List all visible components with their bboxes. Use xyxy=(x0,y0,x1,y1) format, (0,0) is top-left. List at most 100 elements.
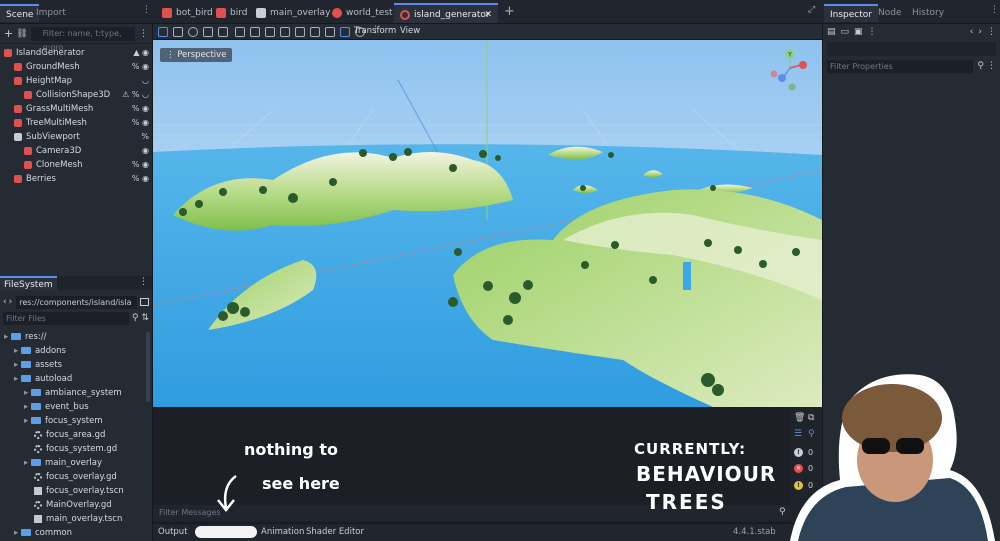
node-status-icons[interactable]: % xyxy=(141,130,149,144)
node-status-icons[interactable]: ▲ ◉ xyxy=(133,46,149,60)
view-menu[interactable]: View xyxy=(400,26,420,36)
expand-arrow-icon[interactable]: ▸ xyxy=(24,416,31,426)
fs-file-item[interactable]: focus_overlay.tscn xyxy=(0,484,153,498)
scene-node[interactable]: GrassMultiMesh % ◉ xyxy=(0,102,153,116)
fs-folder-item[interactable]: ▸ event_bus xyxy=(0,400,153,414)
fs-file-item[interactable]: focus_area.gd xyxy=(0,428,153,442)
ruler-icon[interactable] xyxy=(280,27,290,37)
node-status-icons[interactable]: ◉ xyxy=(142,144,149,158)
fs-menu-icon[interactable]: ⋮ xyxy=(139,277,148,287)
scene-node[interactable]: SubViewport% xyxy=(0,130,153,144)
list-tool-icon[interactable] xyxy=(235,27,245,37)
scene-tab-world-test[interactable]: world_test xyxy=(326,3,399,23)
split-view-icon[interactable] xyxy=(140,298,149,306)
sort-icon[interactable]: ⇅ xyxy=(141,313,149,323)
expand-arrow-icon[interactable]: ▸ xyxy=(14,360,21,370)
inspector-filter-menu-icon[interactable]: ⋮ xyxy=(987,61,996,71)
expand-arrow-icon[interactable]: ▸ xyxy=(24,402,31,412)
back-icon[interactable]: ‹ xyxy=(3,297,7,307)
inspector-more-icon[interactable]: ⋮ xyxy=(868,27,877,37)
fs-path-field[interactable]: res://components/island/isla xyxy=(16,295,137,309)
grid-snap-icon[interactable] xyxy=(310,27,320,37)
fs-folder-item[interactable]: ▸ assets xyxy=(0,358,153,372)
node-status-icons[interactable]: % ◉ xyxy=(132,158,149,172)
node-status-icons[interactable]: % ◉ xyxy=(132,60,149,74)
fs-folder-item[interactable]: ▸ common xyxy=(0,526,153,540)
scene-tab-main-overlay[interactable]: main_overlay xyxy=(250,3,336,23)
scene-node[interactable]: GroundMesh % ◉ xyxy=(0,60,153,74)
expand-arrow-icon[interactable]: ▸ xyxy=(14,528,21,538)
scene-menu-icon[interactable]: ⋮ xyxy=(139,29,148,39)
tab-shader-editor[interactable]: Shader Editor xyxy=(306,527,364,537)
node-status-icons[interactable]: ⚠ % ◡ xyxy=(122,88,149,102)
group-icon[interactable] xyxy=(265,27,275,37)
save-resource-icon[interactable]: ▣ xyxy=(854,27,863,37)
3d-viewport[interactable]: Y xyxy=(153,40,822,407)
node-status-icons[interactable]: % ◉ xyxy=(132,102,149,116)
scene-tab-bird[interactable]: bird xyxy=(210,3,253,23)
dock-menu-icon[interactable]: ⋮ xyxy=(142,5,151,15)
move-tool-icon[interactable] xyxy=(173,27,183,37)
fs-folder-item[interactable]: ▸ autoload xyxy=(0,372,153,386)
scene-node[interactable]: CollisionShape3D ⚠ % ◡ xyxy=(0,88,153,102)
perspective-menu[interactable]: ⋮ Perspective xyxy=(160,48,233,62)
tab-inspector[interactable]: Inspector xyxy=(824,4,878,22)
rotate-tool-icon[interactable] xyxy=(188,27,198,37)
scene-tab-island-generator[interactable]: island_generator ✕ xyxy=(394,3,498,23)
scene-filter-input[interactable]: Filter: name, t:type, g:gro xyxy=(30,26,135,52)
fs-folder-item[interactable]: ▸ main_overlay xyxy=(0,456,153,470)
scene-node[interactable]: CloneMesh % ◉ xyxy=(0,158,153,172)
tab-filesystem[interactable]: FileSystem xyxy=(0,276,57,290)
expand-arrow-icon[interactable]: ▸ xyxy=(24,388,31,398)
open-resource-icon[interactable]: ▭ xyxy=(841,27,850,37)
snap-icon[interactable] xyxy=(340,27,350,37)
fs-file-item[interactable]: MainOverlay.gd xyxy=(0,498,153,512)
fs-folder-item[interactable]: ▸ ambiance_system xyxy=(0,386,153,400)
scene-node[interactable]: Camera3D ◉ xyxy=(0,144,153,158)
inspector-filter-input[interactable]: Filter Properties xyxy=(827,59,974,73)
transform-menu[interactable]: Transform xyxy=(354,26,396,36)
expand-arrow-icon[interactable]: ▸ xyxy=(24,458,31,468)
object-selector[interactable] xyxy=(827,42,996,56)
expand-arrow-icon[interactable]: ▸ xyxy=(14,374,21,384)
distraction-free-icon[interactable]: ⤢ xyxy=(808,5,815,15)
tab-output[interactable]: Output xyxy=(158,527,188,537)
scene-node[interactable]: TreeMultiMesh % ◉ xyxy=(0,116,153,130)
expand-arrow-icon[interactable]: ▸ xyxy=(4,332,11,342)
history-forward-icon[interactable]: › xyxy=(978,27,982,37)
fs-file-item[interactable]: focus_overlay.gd xyxy=(0,470,153,484)
link-icon[interactable]: ⛓ xyxy=(16,29,27,39)
tab-import[interactable]: Import xyxy=(30,4,72,22)
scene-node[interactable]: Berries % ◉ xyxy=(0,172,153,186)
fs-filter-input[interactable]: Filter Files xyxy=(3,311,129,325)
inspector-menu-icon[interactable]: ⋮ xyxy=(990,5,999,15)
history-back-icon[interactable]: ‹ xyxy=(970,27,974,37)
forward-icon[interactable]: › xyxy=(9,297,13,307)
fs-folder-item[interactable]: ▸ res:// xyxy=(0,330,153,344)
new-resource-icon[interactable]: ▤ xyxy=(827,27,836,37)
scene-node[interactable]: HeightMap ◡ xyxy=(0,74,153,88)
node-status-icons[interactable]: % ◉ xyxy=(132,172,149,186)
close-tab-icon[interactable]: ✕ xyxy=(484,5,492,25)
node-status-icons[interactable]: ◡ xyxy=(142,74,149,88)
add-tab-button[interactable]: + xyxy=(504,4,515,19)
fs-file-item[interactable]: focus_system.gd xyxy=(0,442,153,456)
scale-tool-icon[interactable] xyxy=(203,27,213,37)
add-node-icon[interactable]: + xyxy=(4,27,13,40)
skeleton-icon[interactable] xyxy=(295,27,305,37)
selectable-tool-icon[interactable] xyxy=(218,27,228,37)
lock-icon[interactable] xyxy=(250,27,260,37)
select-tool-icon[interactable] xyxy=(158,27,168,37)
tab-history[interactable]: History xyxy=(906,4,950,22)
fs-file-item[interactable]: main_overlay.tscn xyxy=(0,512,153,526)
tab-node[interactable]: Node xyxy=(872,4,908,22)
local-space-icon[interactable] xyxy=(325,27,335,37)
scene-node[interactable]: IslandGenerator ▲ ◉ xyxy=(0,46,153,60)
fs-folder-item[interactable]: ▸ addons xyxy=(0,344,153,358)
fs-folder-item[interactable]: ▸ focus_system xyxy=(0,414,153,428)
history-menu-icon[interactable]: ⋮ xyxy=(987,27,996,37)
node-status-icons[interactable]: % ◉ xyxy=(132,116,149,130)
tab-animation[interactable]: Animation xyxy=(261,527,304,537)
fs-scrollbar[interactable] xyxy=(146,332,150,402)
expand-arrow-icon[interactable]: ▸ xyxy=(14,346,21,356)
